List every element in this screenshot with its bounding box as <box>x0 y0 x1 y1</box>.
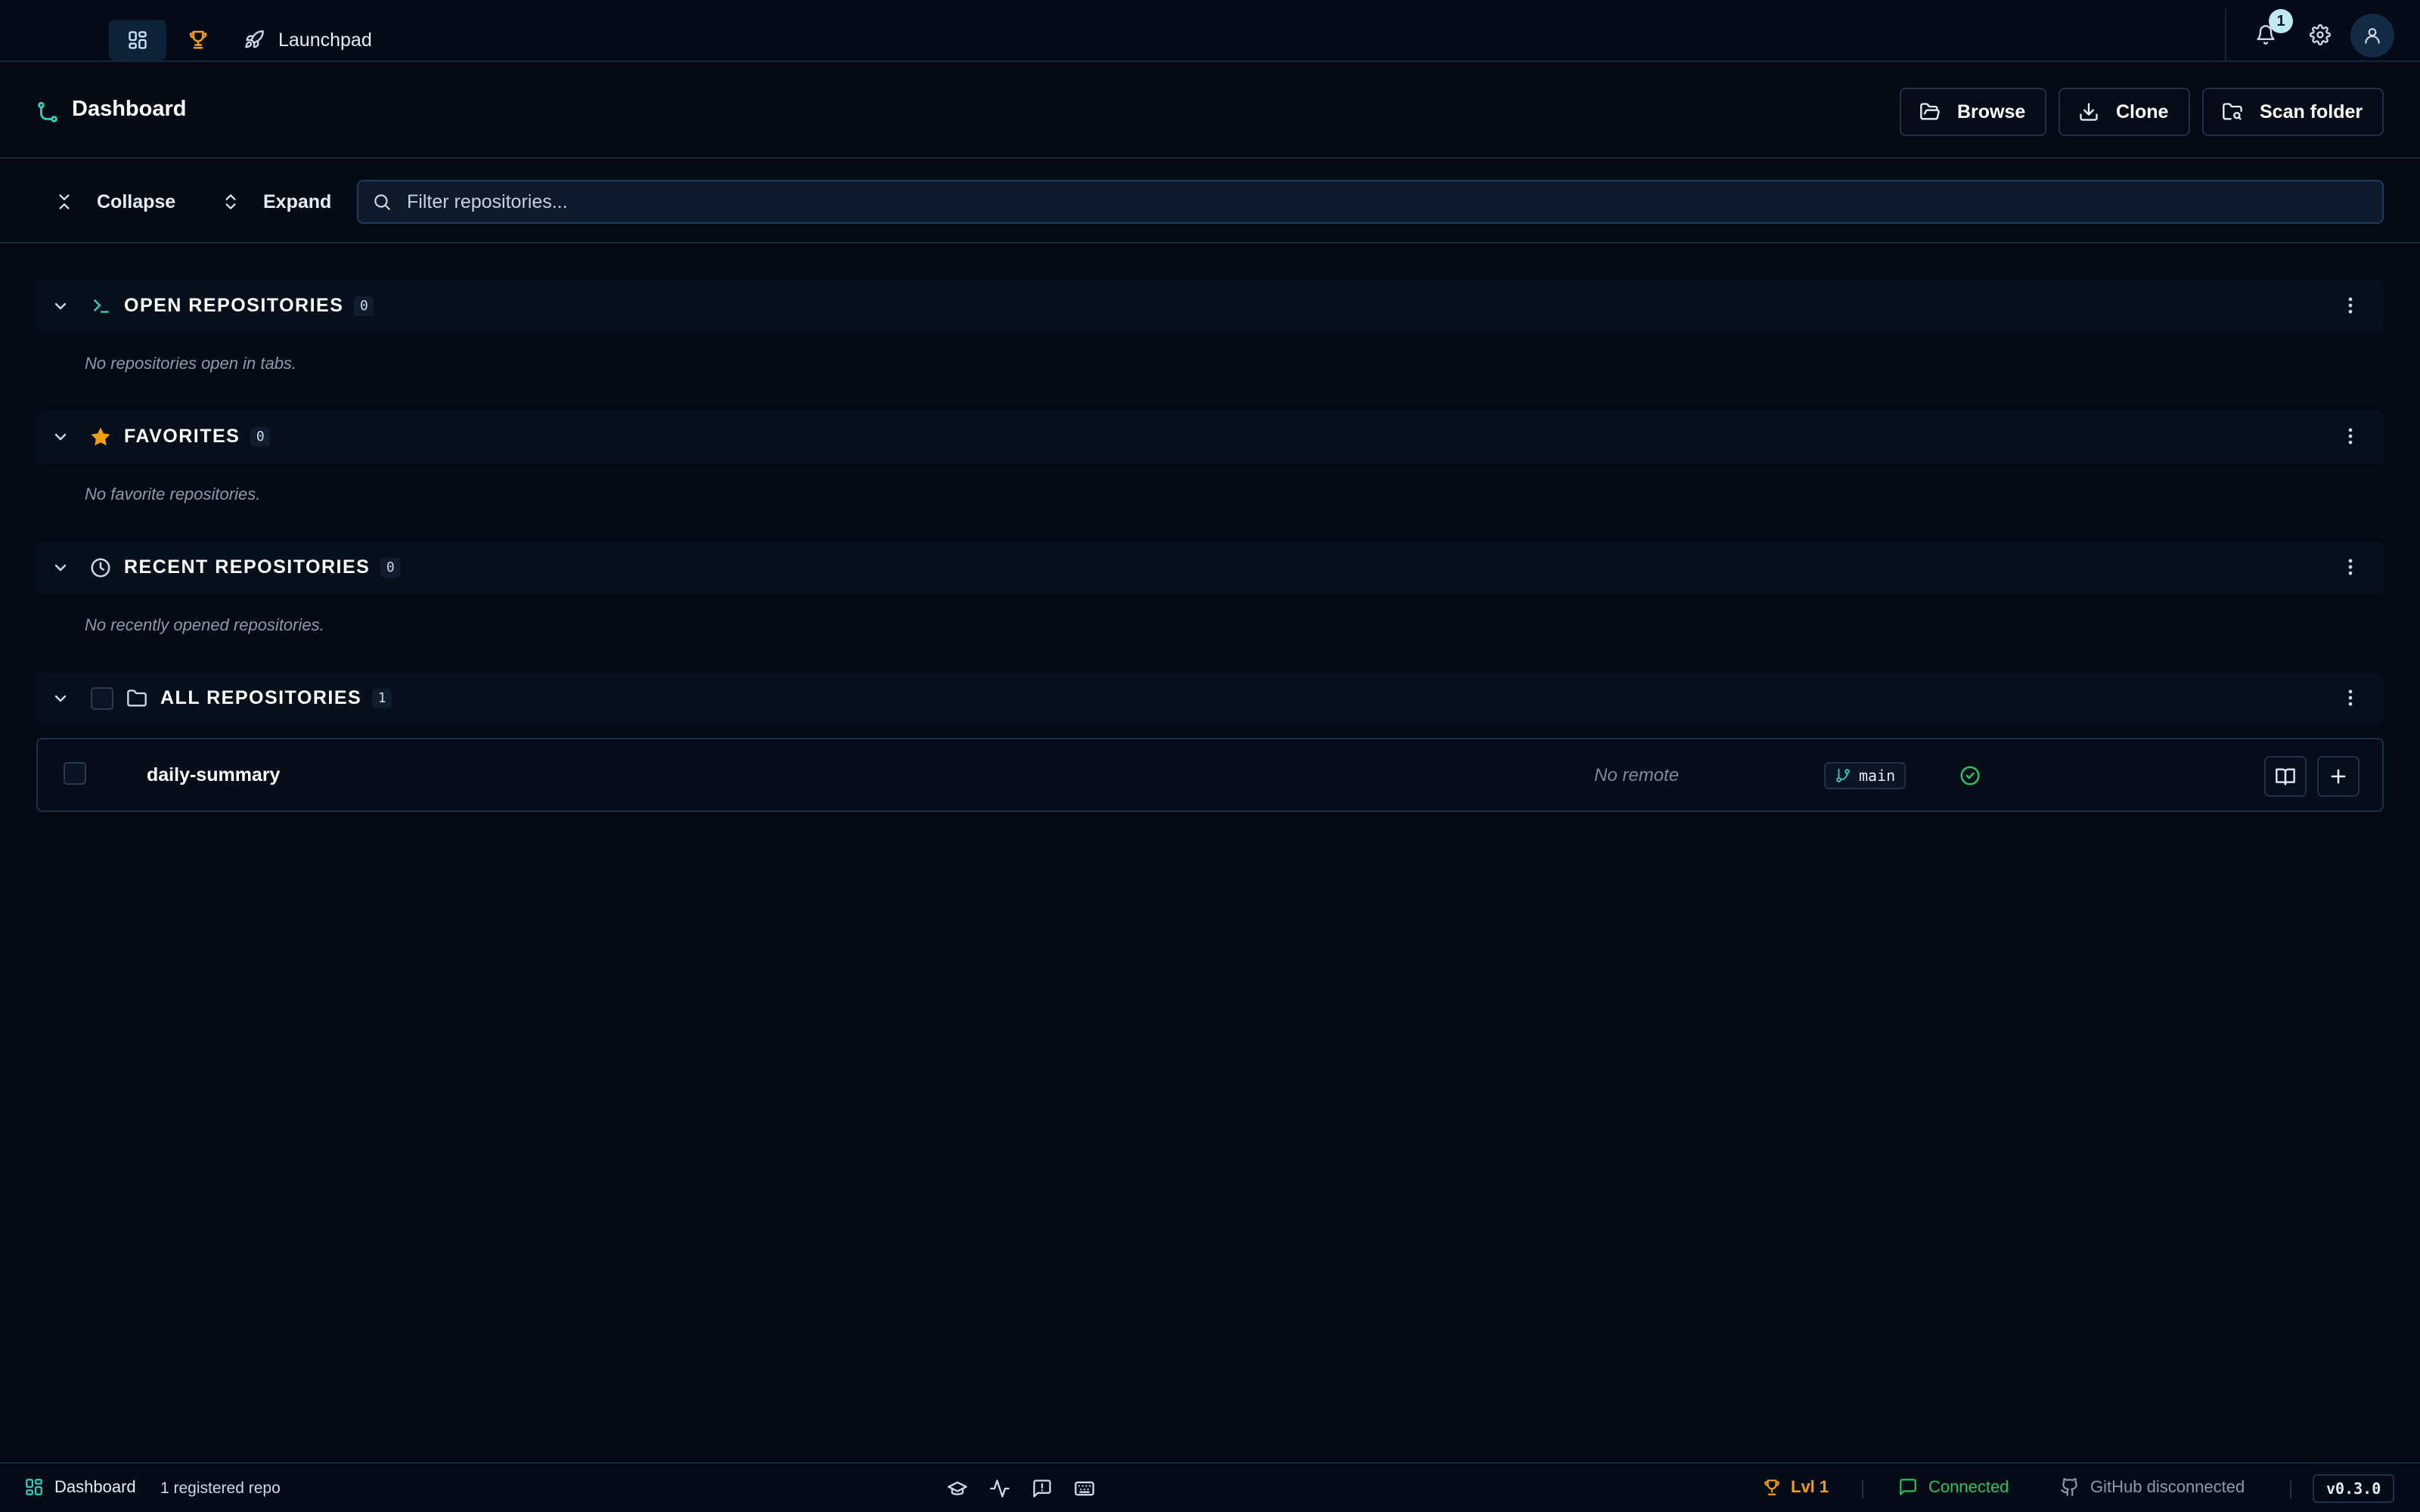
repository-toolbar: Collapse Expand <box>0 160 2420 243</box>
clone-button[interactable]: Clone <box>2059 88 2190 136</box>
collapse-all-button[interactable]: Collapse <box>54 184 175 219</box>
open-repositories-header[interactable]: OPEN REPOSITORIES 0 <box>36 280 2384 333</box>
more-vertical-icon[interactable] <box>2340 556 2361 578</box>
section-title: OPEN REPOSITORIES <box>124 295 344 316</box>
folder-search-icon <box>2222 101 2243 122</box>
version-badge: v0.3.0 <box>2313 1474 2395 1503</box>
page-title: Dashboard <box>72 97 187 121</box>
notification-count-badge: 1 <box>2269 9 2293 33</box>
filter-repositories-field[interactable] <box>357 180 2384 224</box>
trophy-icon <box>187 28 209 51</box>
user-icon <box>2363 26 2382 45</box>
registered-repo-count: 1 registered repo <box>160 1479 281 1497</box>
chevrons-out-icon <box>221 192 240 212</box>
folder-open-icon <box>1919 101 1941 122</box>
favorites-empty-text: No favorite repositories. <box>85 485 261 503</box>
feedback-icon[interactable] <box>1030 1477 1054 1500</box>
launchpad-nav-button[interactable]: Launchpad <box>244 20 372 60</box>
section-count-badge: 0 <box>250 426 271 447</box>
repository-checkbox[interactable] <box>64 762 86 785</box>
github-icon <box>2060 1477 2080 1497</box>
connection-status: Connected <box>1898 1477 2009 1497</box>
select-all-checkbox[interactable] <box>91 687 113 710</box>
section-title: ALL REPOSITORIES <box>160 687 362 708</box>
repository-row[interactable]: daily-summary No remote main <box>36 738 2384 812</box>
recent-repositories-empty-text: No recently opened repositories. <box>85 615 324 634</box>
gear-icon <box>2310 24 2331 45</box>
achievements-nav-button[interactable] <box>185 26 212 53</box>
topbar-divider <box>2225 9 2226 62</box>
chevron-down-icon[interactable] <box>51 428 70 446</box>
status-divider <box>1862 1480 1863 1498</box>
page-header: Dashboard Browse Clone Scan folder <box>0 64 2420 159</box>
scan-folder-button[interactable]: Scan folder <box>2202 88 2384 136</box>
clock-icon <box>89 556 112 579</box>
chevron-down-icon[interactable] <box>51 297 70 315</box>
chevron-down-icon[interactable] <box>51 559 70 577</box>
star-icon <box>89 426 112 448</box>
status-dashboard-label: Dashboard <box>54 1477 136 1496</box>
git-branch-icon <box>1835 767 1851 784</box>
all-repositories-header[interactable]: ALL REPOSITORIES 1 <box>36 672 2384 725</box>
dashboard-grid-icon <box>24 1477 44 1497</box>
more-vertical-icon[interactable] <box>2340 687 2361 708</box>
browse-label: Browse <box>1957 101 2026 122</box>
chevron-down-icon[interactable] <box>51 689 70 708</box>
download-icon <box>2078 101 2099 122</box>
status-dashboard-link[interactable]: Dashboard <box>24 1477 136 1497</box>
graduation-cap-icon[interactable] <box>945 1477 970 1500</box>
message-square-icon <box>1898 1477 1918 1497</box>
keyboard-icon[interactable] <box>1072 1477 1097 1500</box>
connection-label: Connected <box>1928 1477 2009 1496</box>
github-status-label: GitHub disconnected <box>2090 1477 2245 1496</box>
level-label: Lvl 1 <box>1791 1477 1829 1496</box>
branch-name: main <box>1859 767 1896 785</box>
trophy-icon <box>1762 1477 1782 1497</box>
collapse-label: Collapse <box>97 191 176 212</box>
section-count-badge: 1 <box>372 688 392 708</box>
section-title: RECENT REPOSITORIES <box>124 556 371 578</box>
level-indicator[interactable]: Lvl 1 <box>1762 1477 1829 1497</box>
more-vertical-icon[interactable] <box>2340 426 2361 447</box>
plus-icon <box>2328 766 2349 787</box>
section-count-badge: 0 <box>380 557 401 578</box>
github-status[interactable]: GitHub disconnected <box>2060 1477 2245 1497</box>
terminal-icon <box>91 296 112 316</box>
top-bar: Launchpad 1 <box>0 0 2420 62</box>
chevrons-in-icon <box>54 192 74 212</box>
search-icon <box>372 192 392 212</box>
user-menu-button[interactable] <box>2350 14 2394 57</box>
browse-button[interactable]: Browse <box>1900 88 2046 136</box>
activity-icon[interactable] <box>988 1477 1012 1500</box>
filter-repositories-input[interactable] <box>407 191 2343 213</box>
clone-label: Clone <box>2116 101 2169 122</box>
launchpad-label: Launchpad <box>278 29 372 51</box>
open-repository-button[interactable] <box>2264 756 2307 797</box>
dashboard-grid-icon <box>127 29 148 51</box>
dashboard-nav-button[interactable] <box>109 20 166 60</box>
book-open-icon <box>2275 766 2296 787</box>
status-divider <box>2290 1480 2291 1498</box>
open-repositories-empty-text: No repositories open in tabs. <box>85 354 297 373</box>
branch-badge: main <box>1824 762 1907 789</box>
repository-remote: No remote <box>1594 765 1680 785</box>
recent-repositories-header[interactable]: RECENT REPOSITORIES 0 <box>36 541 2384 594</box>
section-title: FAVORITES <box>124 426 240 447</box>
favorites-header[interactable]: FAVORITES 0 <box>36 411 2384 463</box>
folder-icon <box>126 688 148 709</box>
git-branch-icon <box>35 100 60 125</box>
repository-name[interactable]: daily-summary <box>147 764 280 786</box>
more-vertical-icon[interactable] <box>2340 295 2361 316</box>
rocket-icon <box>244 29 265 51</box>
check-circle-icon <box>1959 764 1981 787</box>
status-bar: Dashboard 1 registered repo Lvl 1 Connec… <box>0 1462 2420 1512</box>
expand-all-button[interactable]: Expand <box>221 184 331 219</box>
section-count-badge: 0 <box>354 296 374 316</box>
scan-folder-label: Scan folder <box>2260 101 2363 122</box>
settings-button[interactable] <box>2305 20 2335 50</box>
add-to-tabs-button[interactable] <box>2317 756 2360 797</box>
expand-label: Expand <box>263 191 332 212</box>
